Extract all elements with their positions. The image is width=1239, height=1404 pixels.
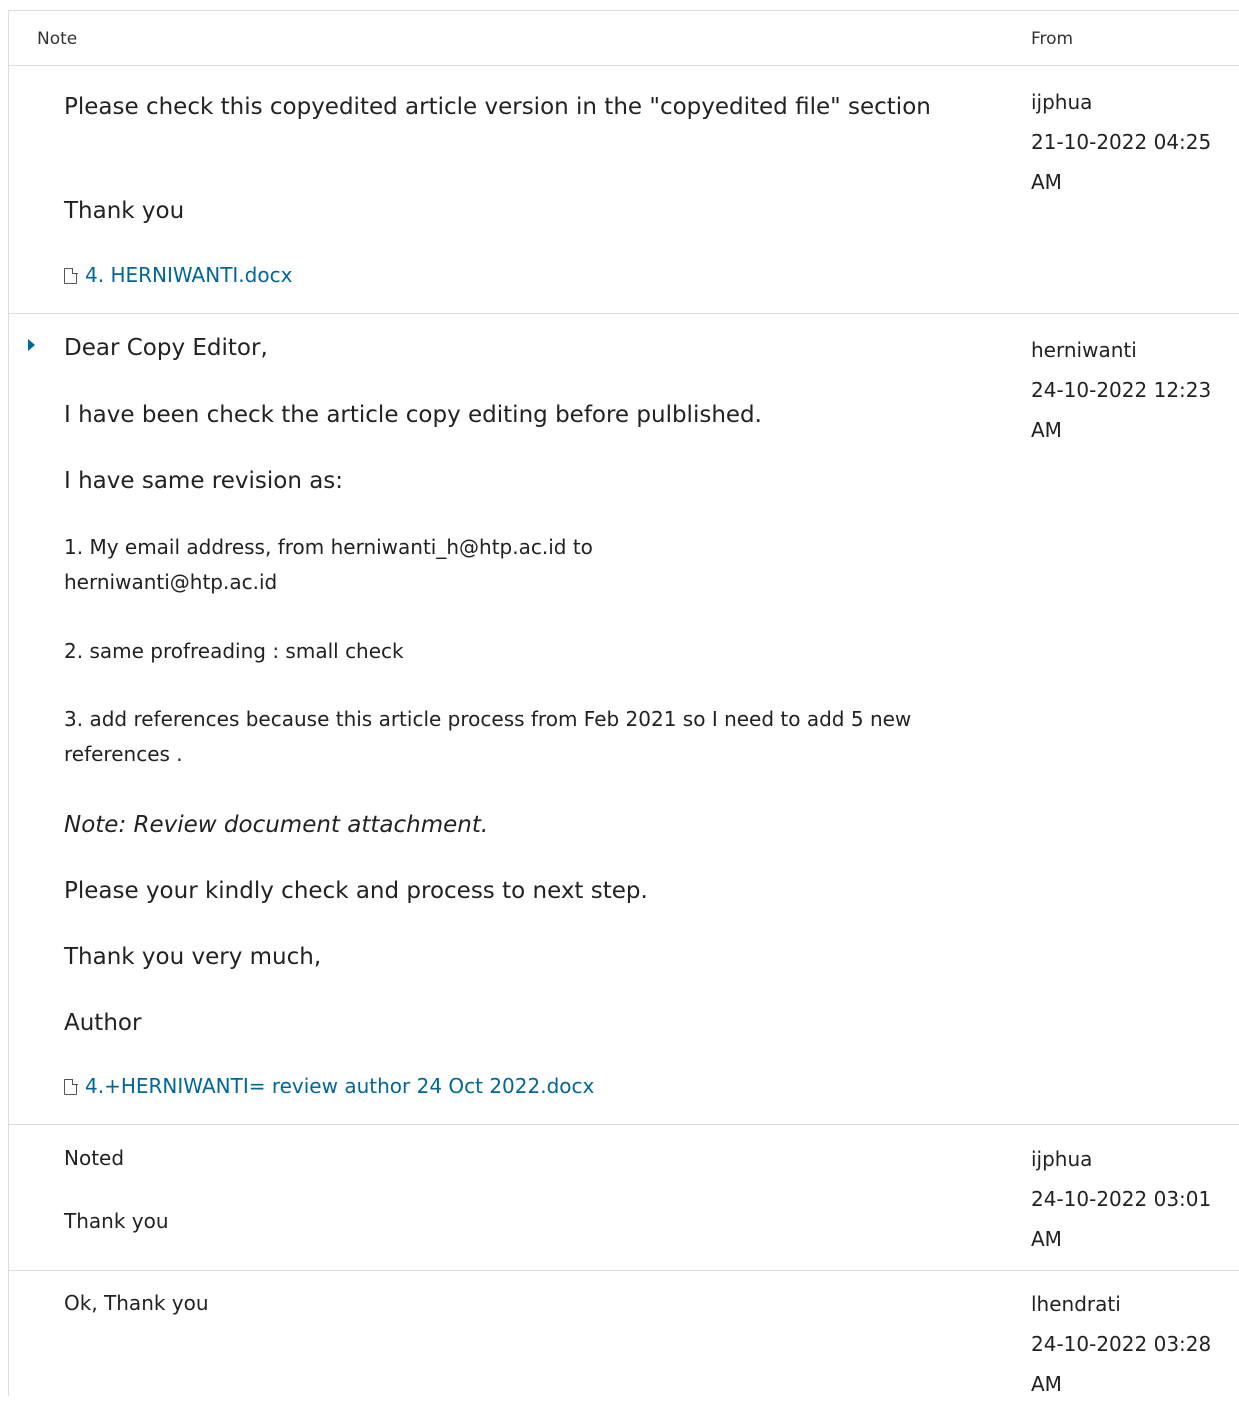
column-header-from: From (1031, 29, 1074, 49)
note-paragraph: Thank you very much, (64, 944, 322, 970)
from-date: 24-10-2022 03:28 (1031, 1332, 1212, 1356)
note-paragraph: I have been check the article copy editi… (64, 402, 762, 428)
from-user: ijphua (1031, 1147, 1093, 1171)
note-row: Please check this copyedited article ver… (9, 66, 1239, 314)
note-from: herniwanti 24-10-2022 12:23 AM (1031, 330, 1236, 450)
note-row: Dear Copy Editor, I have been check the … (9, 314, 1239, 1125)
note-paragraph: Note: Review document attachment. (64, 812, 489, 838)
note-paragraph: Thank you (64, 1209, 169, 1233)
attachment-link[interactable]: 4.+HERNIWANTI= review author 24 Oct 2022… (64, 1071, 594, 1101)
file-icon (64, 267, 78, 284)
from-user: lhendrati (1031, 1292, 1121, 1316)
note-paragraph: Dear Copy Editor, (64, 335, 268, 361)
notes-table: Note From Please check this copyedited a… (8, 10, 1239, 1396)
from-user: ijphua (1031, 90, 1093, 114)
note-from: ijphua 21-10-2022 04:25 AM (1031, 82, 1236, 202)
note-row: Ok, Thank you lhendrati 24-10-2022 03:28… (9, 1271, 1239, 1401)
file-icon (64, 1078, 78, 1095)
note-paragraph: 3. add references because this article p… (64, 707, 912, 766)
notes-table-header: Note From (9, 11, 1239, 66)
note-paragraph: Noted (64, 1146, 125, 1170)
note-from: ijphua 24-10-2022 03:01 AM (1031, 1139, 1236, 1259)
note-row: Noted Thank you ijphua 24-10-2022 03:01 … (9, 1125, 1239, 1271)
from-time: AM (1031, 1227, 1062, 1251)
attachment-link[interactable]: 4. HERNIWANTI.docx (64, 260, 292, 290)
note-paragraph: Ok, Thank you (64, 1291, 209, 1315)
attachment-filename: 4. HERNIWANTI.docx (85, 263, 293, 287)
from-date: 24-10-2022 12:23 (1031, 378, 1212, 402)
note-paragraph: Thank you (64, 198, 185, 224)
from-time: AM (1031, 418, 1062, 442)
column-header-note: Note (37, 29, 78, 49)
note-paragraph: Please your kindly check and process to … (64, 878, 648, 904)
from-user: herniwanti (1031, 338, 1137, 362)
from-date: 24-10-2022 03:01 (1031, 1187, 1212, 1211)
attachment-filename: 4.+HERNIWANTI= review author 24 Oct 2022… (85, 1074, 595, 1098)
note-paragraph: 1. My email address, from herniwanti_h@h… (64, 535, 593, 594)
note-paragraph: Please check this copyedited article ver… (64, 94, 931, 120)
expand-caret-icon[interactable] (28, 339, 35, 351)
from-time: AM (1031, 170, 1062, 194)
note-paragraph: Author (64, 1010, 142, 1036)
note-paragraph: 2. same profreading : small check (64, 639, 404, 663)
from-date: 21-10-2022 04:25 (1031, 130, 1212, 154)
from-time: AM (1031, 1372, 1062, 1396)
note-paragraph: I have same revision as: (64, 468, 344, 494)
note-from: lhendrati 24-10-2022 03:28 AM (1031, 1284, 1236, 1404)
